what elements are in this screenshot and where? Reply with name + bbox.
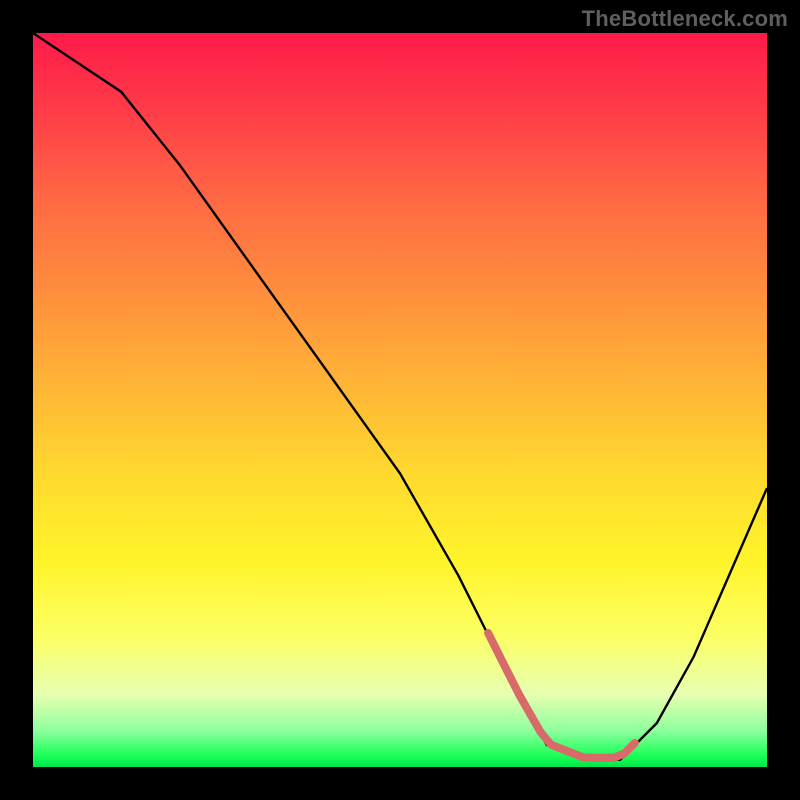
watermark-text: TheBottleneck.com (582, 6, 788, 32)
optimal-range-marker (488, 633, 635, 758)
curve-layer (33, 33, 767, 767)
chart-frame: TheBottleneck.com (0, 0, 800, 800)
bottleneck-curve (33, 33, 767, 760)
plot-area (33, 33, 767, 767)
